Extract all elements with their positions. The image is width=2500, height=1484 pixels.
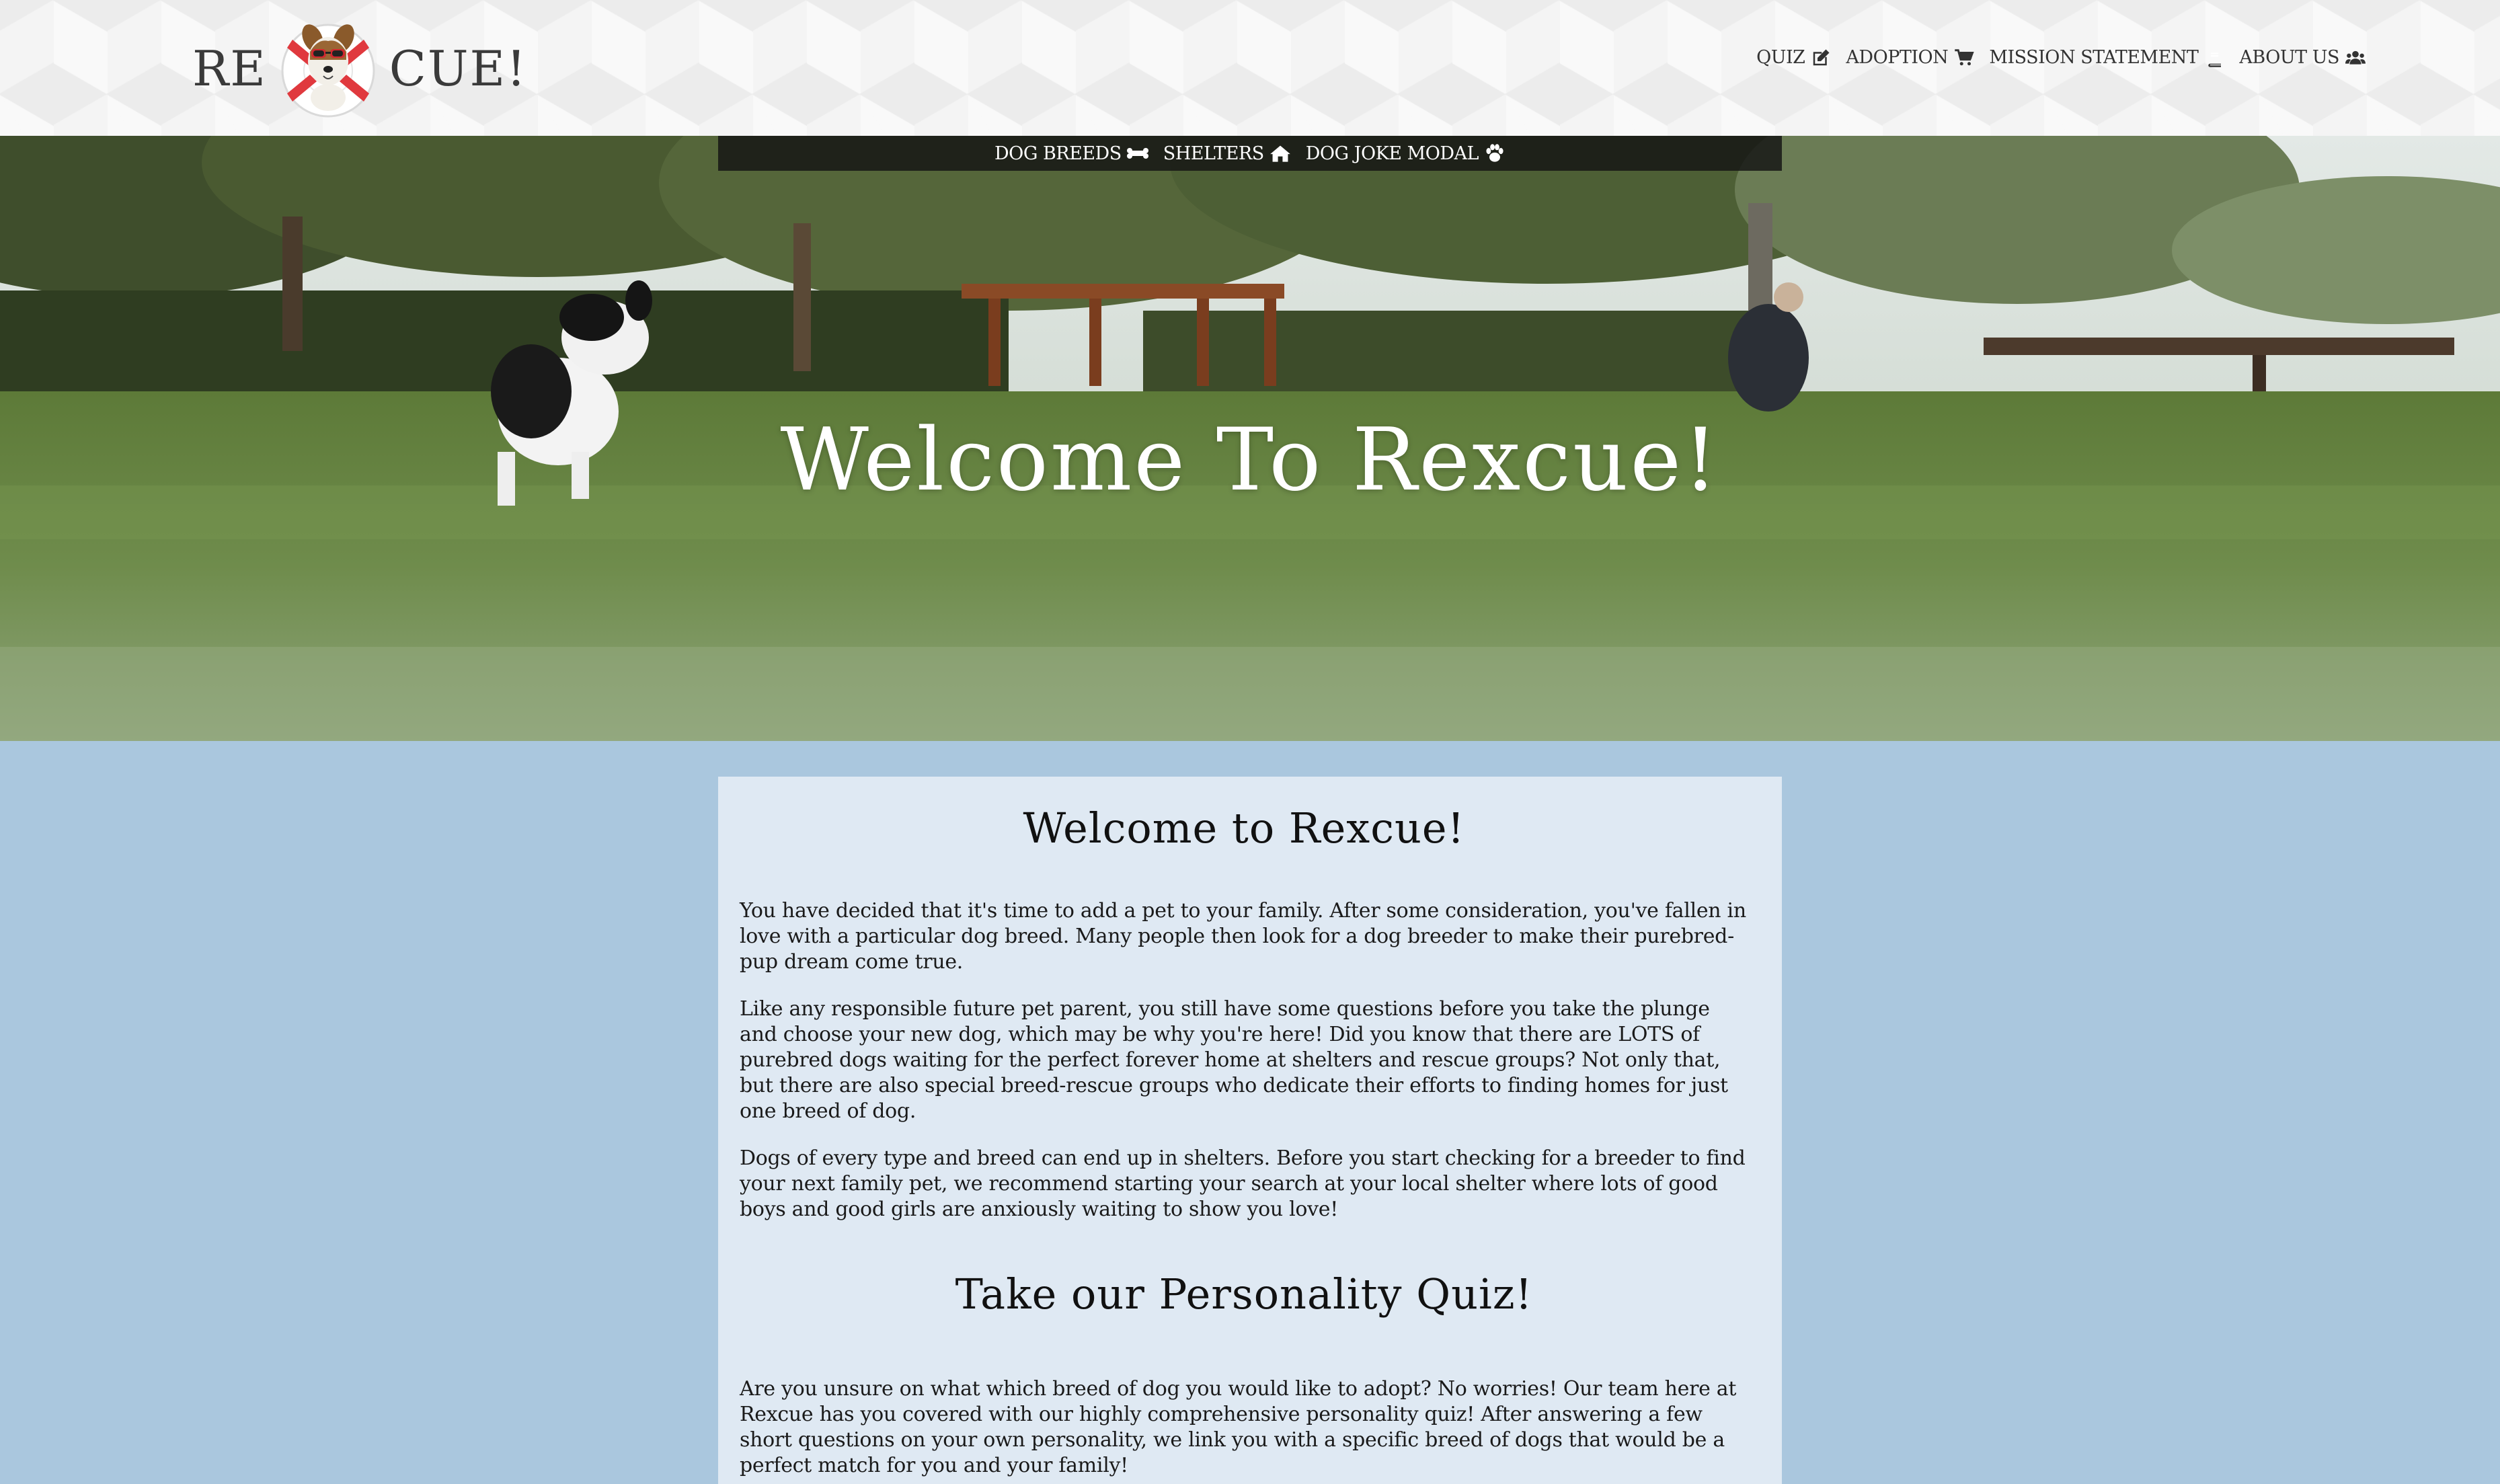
paw-icon bbox=[1486, 144, 1503, 162]
nav-dog-breeds-label: DOG BREEDS bbox=[994, 143, 1122, 164]
users-icon bbox=[2345, 50, 2366, 65]
nav-adoption-link[interactable]: ADOPTION bbox=[1846, 47, 1974, 68]
quiz-heading: Take our Personality Quiz! bbox=[955, 1270, 1533, 1319]
nav-dog-joke-modal-link[interactable]: DOG JOKE MODAL bbox=[1306, 143, 1506, 164]
nav-adoption-label: ADOPTION bbox=[1846, 47, 1949, 68]
logo-text-right: CUE! bbox=[389, 40, 528, 97]
intro-paragraph-3: Dogs of every type and breed can end up … bbox=[740, 1146, 1746, 1221]
quiz-paragraph: Are you unsure on what which breed of do… bbox=[740, 1377, 1737, 1477]
intro-paragraph-1: You have decided that it's time to add a… bbox=[740, 899, 1746, 974]
main-nav: QUIZ ADOPTION MISSION STATEMENT ABOUT US bbox=[1756, 47, 2366, 68]
book-icon bbox=[2208, 49, 2222, 67]
nav-about-label: ABOUT US bbox=[2239, 47, 2339, 68]
nav-quiz-label: QUIZ bbox=[1756, 47, 1805, 68]
welcome-heading: Welcome to Rexcue! bbox=[1023, 804, 1465, 853]
site-header: RE CUE! QUIZ ADOPTION MISSION STATEMENT … bbox=[0, 0, 2500, 136]
bone-icon bbox=[1126, 148, 1148, 159]
site-logo[interactable]: RE CUE! bbox=[192, 8, 527, 129]
home-icon bbox=[1269, 145, 1290, 162]
nav-dog-joke-modal-label: DOG JOKE MODAL bbox=[1305, 143, 1479, 164]
secondary-nav: DOG BREEDS SHELTERS DOG JOKE MODAL bbox=[718, 136, 1782, 171]
nav-shelters-link[interactable]: SHELTERS bbox=[1163, 143, 1291, 164]
nav-mission-link[interactable]: MISSION STATEMENT bbox=[1989, 47, 2224, 68]
nav-shelters-label: SHELTERS bbox=[1163, 143, 1265, 164]
nav-quiz-link[interactable]: QUIZ bbox=[1756, 47, 1831, 68]
nav-about-link[interactable]: ABOUT US bbox=[2239, 47, 2366, 68]
hero-title: Welcome To Rexcue! bbox=[780, 410, 1720, 510]
hero-banner: Welcome To Rexcue! bbox=[0, 136, 2500, 741]
welcome-content-card: Welcome to Rexcue! You have decided that… bbox=[718, 777, 1782, 1484]
intro-paragraph-2: Like any responsible future pet parent, … bbox=[740, 997, 1728, 1123]
nav-mission-label: MISSION STATEMENT bbox=[1989, 47, 2199, 68]
dog-lifebuoy-logo-icon bbox=[278, 18, 379, 119]
cart-icon bbox=[1955, 48, 1974, 65]
nav-dog-breeds-link[interactable]: DOG BREEDS bbox=[994, 143, 1148, 164]
edit-icon bbox=[1813, 49, 1830, 65]
logo-text-left: RE bbox=[192, 40, 267, 97]
